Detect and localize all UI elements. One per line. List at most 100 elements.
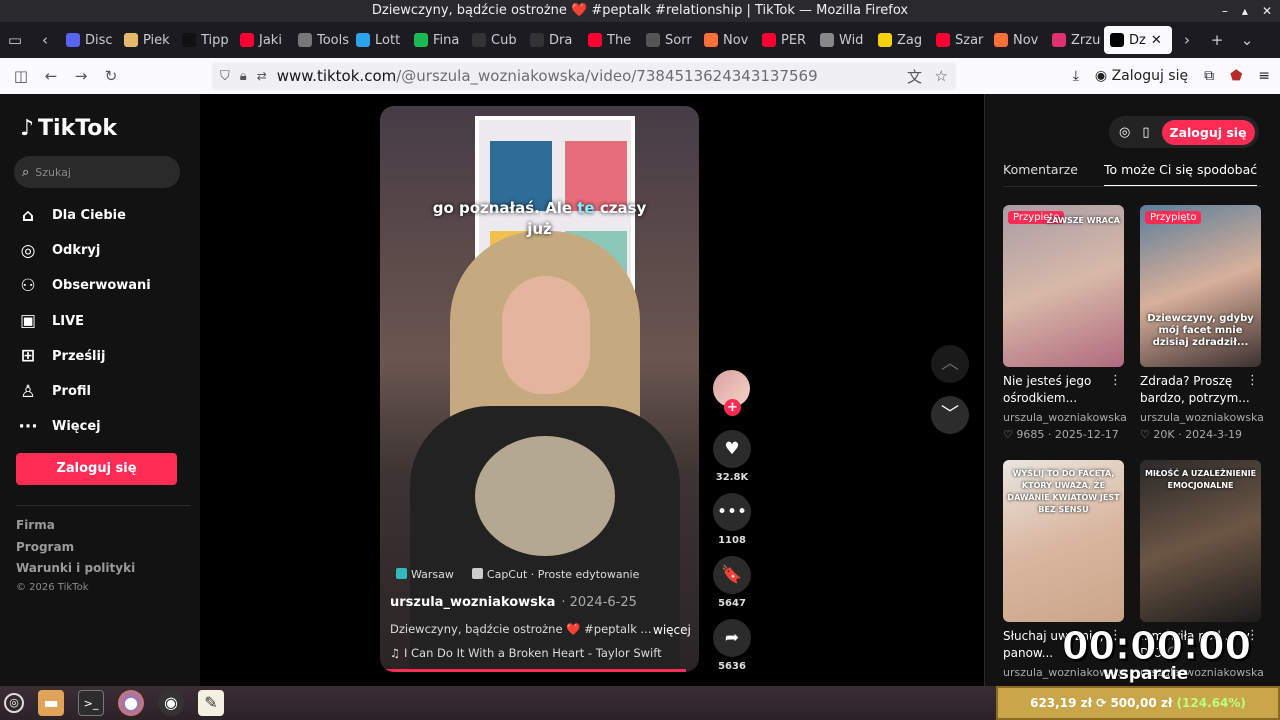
list-tabs-icon[interactable]: ⌄ <box>1232 31 1262 49</box>
scroll-tabs-right-icon[interactable]: › <box>1172 31 1202 49</box>
thumbnail-text: Dziewczyny, gdyby mój facet mnie dzisiaj… <box>1147 313 1254 348</box>
browser-tab[interactable]: Szar <box>930 26 988 54</box>
extensions-icon[interactable]: ⧉ <box>1204 68 1214 84</box>
compass-icon[interactable]: ◎ <box>1119 125 1130 140</box>
video-player[interactable]: go poznałaś. Ale te czasy już Warsaw Cap… <box>380 106 699 672</box>
account-button[interactable]: ◉ Zaloguj się <box>1095 68 1188 84</box>
menu-item-obserwowani[interactable]: ⚇ Obserwowani <box>18 268 198 303</box>
terminal-icon[interactable]: >_ <box>78 690 104 716</box>
ubuntu-icon[interactable]: ◎ <box>4 693 24 713</box>
close-window-icon[interactable]: ✕ <box>1262 0 1272 22</box>
video-progress-bar[interactable] <box>386 669 686 672</box>
account-login-label: Zaloguj się <box>1111 68 1189 84</box>
video-music[interactable]: ♫ I Can Do It With a Broken Heart - Tayl… <box>390 646 662 660</box>
footer-link-terms[interactable]: Warunki i polityki <box>16 561 135 583</box>
save-button[interactable]: 🔖 <box>713 556 751 594</box>
menu-item-live[interactable]: ▣ LIVE <box>18 304 198 339</box>
next-video-button[interactable]: ﹀ <box>931 396 969 434</box>
mobile-icon[interactable]: ▯ <box>1142 125 1149 140</box>
recommended-video-card[interactable]: Przypięto ZAWSZE WRACA Nie jesteś jego ośr… <box>1003 205 1127 441</box>
maximize-icon[interactable]: ▴ <box>1242 0 1248 22</box>
video-thumbnail[interactable]: WYŚLIJ TO DO FACETA, KTÓRY UWAŻA, ŻE DAW… <box>1003 460 1124 622</box>
menu-item-odkryj[interactable]: ◎ Odkryj <box>18 233 198 268</box>
shield-icon[interactable]: ⛉ <box>220 69 230 84</box>
capcut-tag[interactable]: CapCut · Proste edytowanie <box>471 568 639 581</box>
menu-item-prześlij[interactable]: ⊞ Prześlij <box>18 339 198 374</box>
url-bar[interactable]: ⛉ 🔒︎ ⇄ www.tiktok.com/@urszula_wozniakow… <box>212 62 956 90</box>
comment-button[interactable]: ••• <box>713 493 751 531</box>
follow-plus-icon[interactable]: + <box>724 399 741 416</box>
browser-tab[interactable]: Sorr <box>640 26 698 54</box>
previous-video-button[interactable]: ︿ <box>931 345 969 383</box>
reload-button-icon[interactable]: ↻ <box>96 67 126 85</box>
browser-tab[interactable]: Zag <box>872 26 930 54</box>
tab-strip: ▭ ‹ Disc Piek Tipp Jaki Tools, Lott Fina Cub Dra… <box>0 22 1280 58</box>
card-more-icon[interactable]: ⋮ <box>1246 373 1259 388</box>
firefox-icon[interactable]: ● <box>118 690 144 716</box>
tiktok-logo[interactable]: ♪ TikTok <box>20 116 117 141</box>
tab-favicon-icon <box>820 33 834 47</box>
browser-tab[interactable]: Dz ✕ <box>1104 26 1172 54</box>
browser-tab[interactable]: Lott <box>350 26 408 54</box>
browser-tab[interactable]: Piek <box>118 26 176 54</box>
sidebar-toggle-icon[interactable]: ◫ <box>6 67 36 85</box>
browser-tab[interactable]: Zrzu <box>1046 26 1104 54</box>
new-tab-icon[interactable]: + <box>1202 31 1232 49</box>
forward-button-icon[interactable]: → <box>66 67 96 85</box>
ublock-icon[interactable]: ⬟ <box>1230 68 1242 84</box>
author-avatar[interactable]: + <box>713 370 750 416</box>
action-bar: + ♥ 32.8K ••• 1108 🔖 5647 ➦ 5636 <box>712 370 752 682</box>
translate-icon[interactable]: 文 <box>907 66 922 87</box>
video-thumbnail[interactable]: MIŁOŚĆ A UZALEŻNIENIE EMOCJONALNE <box>1140 460 1261 622</box>
search-input[interactable]: ⌕ Szukaj <box>14 156 180 188</box>
browser-tab[interactable]: PER <box>756 26 814 54</box>
browser-tab[interactable]: Fina <box>408 26 466 54</box>
browser-tab[interactable]: Jaki <box>234 26 292 54</box>
tab-comments[interactable]: Komentarze <box>1003 162 1078 187</box>
browser-tab[interactable]: Nov <box>988 26 1046 54</box>
like-button[interactable]: ♥ <box>713 430 751 468</box>
footer-link-company[interactable]: Firma <box>16 518 135 540</box>
browser-tab[interactable]: Dra <box>524 26 582 54</box>
permissions-icon[interactable]: ⇄ <box>257 69 267 83</box>
tab-favicon-icon <box>182 33 196 47</box>
tab-favicon-icon <box>1110 33 1124 47</box>
right-login-button[interactable]: Zaloguj się <box>1161 119 1255 145</box>
footer-link-program[interactable]: Program <box>16 540 135 562</box>
browser-tab[interactable]: Cub <box>466 26 524 54</box>
bookmark-star-icon[interactable]: ☆ <box>935 67 948 85</box>
browser-tab[interactable]: The <box>582 26 640 54</box>
menu-item-profil[interactable]: ♙ Profil <box>18 374 198 409</box>
obs-icon[interactable]: ◉ <box>158 690 184 716</box>
menu-item-więcej[interactable]: ··· Więcej <box>18 409 198 444</box>
scroll-tabs-left-icon[interactable]: ‹ <box>30 31 60 49</box>
card-more-icon[interactable]: ⋮ <box>1109 373 1122 388</box>
lock-icon[interactable]: 🔒︎ <box>240 69 247 84</box>
text-editor-icon[interactable]: ✎ <box>198 690 224 716</box>
files-icon[interactable]: ▬ <box>38 690 64 716</box>
sidebar-login-button[interactable]: Zaloguj się <box>16 453 177 485</box>
tab-recommended[interactable]: To może Ci się spodobać <box>1103 162 1258 187</box>
firefox-view-icon[interactable]: ▭ <box>0 31 30 49</box>
minimize-icon[interactable]: – <box>1222 0 1228 22</box>
tiktok-note-icon: ♪ <box>20 116 35 141</box>
share-button[interactable]: ➦ <box>713 619 751 657</box>
video-author[interactable]: urszula_wozniakowska · 2024-6-25 <box>390 595 637 610</box>
browser-tab[interactable]: Disc <box>60 26 118 54</box>
video-thumbnail[interactable]: Przypięto Dziewczyny, gdyby mój facet mni… <box>1140 205 1261 367</box>
browser-tab[interactable]: Nov <box>698 26 756 54</box>
browser-tab[interactable]: Wid <box>814 26 872 54</box>
browser-tab[interactable]: Tipp <box>176 26 234 54</box>
browser-tab[interactable]: Tools, <box>292 26 350 54</box>
separator: · <box>1044 428 1055 441</box>
location-tag[interactable]: Warsaw <box>396 568 454 581</box>
back-button-icon[interactable]: ← <box>36 67 66 85</box>
recommended-video-card[interactable]: Przypięto Dziewczyny, gdyby mój facet mni… <box>1140 205 1264 441</box>
video-thumbnail[interactable]: Przypięto ZAWSZE WRACA <box>1003 205 1124 367</box>
card-likes: 9685 <box>1016 428 1045 441</box>
menu-icon[interactable]: ≡ <box>1258 68 1270 84</box>
downloads-icon[interactable]: ⤓ <box>1073 68 1079 84</box>
menu-item-dla-ciebie[interactable]: ⌂ Dla Ciebie <box>18 198 198 233</box>
more-button[interactable]: więcej <box>653 623 691 637</box>
close-tab-icon[interactable]: ✕ <box>1151 33 1162 48</box>
